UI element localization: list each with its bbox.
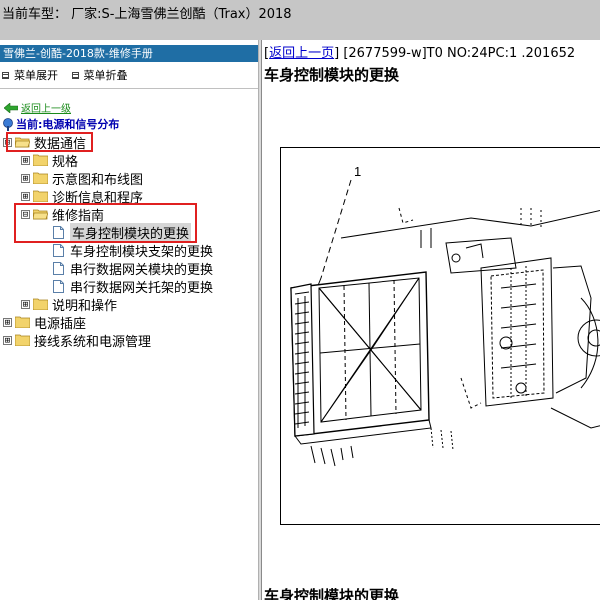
tree-node-label: 车身控制模块支架的更换 bbox=[70, 244, 214, 260]
tree-node-label: 接线系统和电源管理 bbox=[34, 334, 152, 350]
current-location-label: 当前:电源和信号分布 bbox=[16, 118, 120, 131]
folder-icon bbox=[33, 172, 48, 184]
back-up-level-link[interactable]: 返回上一级 bbox=[4, 100, 71, 115]
folder-icon bbox=[33, 190, 48, 202]
window-title-bar: 当前车型： 厂家:S-上海雪佛兰创酷（Trax）2018 bbox=[0, 0, 600, 41]
tree-node-bcm-bracket-replacement[interactable]: 车身控制模块支架的更换 bbox=[53, 241, 214, 260]
folder-icon bbox=[15, 316, 30, 328]
menu-expand-button[interactable]: 菜单展开 bbox=[2, 67, 58, 83]
bcm-location-drawing: 1 bbox=[290, 164, 600, 467]
tree-node-diagnostics[interactable]: ⊞ 诊断信息和程序 bbox=[21, 187, 144, 206]
tree-node-schematics-wiring[interactable]: ⊞ 示意图和布线图 bbox=[21, 169, 144, 188]
tree-node-label: 规格 bbox=[52, 154, 79, 170]
tree-node-label: 车身控制模块的更换 bbox=[70, 222, 192, 242]
tree-node-bcm-replacement[interactable]: 车身控制模块的更换 bbox=[53, 222, 192, 242]
document-topline: [返回上一页] [2677599-w]T0 NO:24PC:1 .201652 bbox=[264, 46, 576, 61]
expand-node-icon[interactable]: ⊞ bbox=[21, 155, 30, 165]
expand-list-icon bbox=[2, 71, 9, 79]
tree-node-power-outlets[interactable]: ⊞ 电源插座 bbox=[3, 313, 87, 332]
tree-node-label: 数据通信 bbox=[34, 136, 87, 152]
document-icon bbox=[53, 261, 64, 275]
folder-icon bbox=[33, 298, 48, 310]
current-location: 当前:电源和信号分布 bbox=[2, 116, 119, 132]
tree-node-gateway-module-replacement[interactable]: 串行数据网关模块的更换 bbox=[53, 259, 214, 278]
location-pin-icon bbox=[3, 117, 13, 131]
menu-toolbar: 菜单展开 菜单折叠 bbox=[2, 67, 138, 83]
manual-header: 雪佛兰-创酷-2018款-维修手册 bbox=[0, 45, 258, 62]
back-arrow-icon bbox=[4, 102, 18, 113]
collapse-node-icon[interactable]: ⊟ bbox=[21, 209, 30, 219]
folder-icon bbox=[33, 154, 48, 166]
open-folder-icon bbox=[33, 209, 48, 220]
document-meta: [2677599-w]T0 NO:24PC:1 .201652 bbox=[343, 46, 576, 61]
tree-node-gateway-bracket-replacement[interactable]: 串行数据网关托架的更换 bbox=[53, 277, 214, 296]
document-icon bbox=[53, 225, 64, 239]
collapse-node-icon[interactable]: ⊟ bbox=[3, 137, 12, 147]
collapse-list-icon bbox=[71, 71, 79, 79]
tree-node-label: 维修指南 bbox=[52, 208, 105, 224]
navigation-panel: 雪佛兰-创酷-2018款-维修手册 菜单展开 菜单折叠 返回上一级 当前:电源和… bbox=[0, 40, 258, 600]
tree-node-label: 说明和操作 bbox=[52, 298, 118, 314]
document-title: 车身控制模块的更换 bbox=[264, 66, 400, 84]
open-folder-icon bbox=[15, 137, 30, 148]
tree-node-label: 诊断信息和程序 bbox=[52, 190, 144, 206]
tree-node-label: 串行数据网关托架的更换 bbox=[70, 280, 214, 296]
tree-node-label: 示意图和布线图 bbox=[52, 172, 144, 188]
tree-node-wiring-power-management[interactable]: ⊞ 接线系统和电源管理 bbox=[3, 331, 152, 350]
expand-node-icon[interactable]: ⊞ bbox=[21, 173, 30, 183]
folder-icon bbox=[15, 334, 30, 346]
expand-node-icon[interactable]: ⊞ bbox=[21, 299, 30, 309]
menu-collapse-button[interactable]: 菜单折叠 bbox=[71, 67, 128, 83]
tree-node-label: 串行数据网关模块的更换 bbox=[70, 262, 214, 278]
menu-expand-label: 菜单展开 bbox=[14, 69, 58, 82]
toolbar-divider bbox=[0, 88, 258, 89]
document-pane: [返回上一页] [2677599-w]T0 NO:24PC:1 .201652 … bbox=[262, 40, 600, 600]
tree-node-data-communication[interactable]: ⊟ 数据通信 bbox=[3, 133, 87, 152]
tree-node-label: 电源插座 bbox=[34, 316, 87, 332]
section-heading: 车身控制模块的更换 bbox=[264, 587, 400, 600]
back-to-previous-page-link[interactable]: 返回上一页 bbox=[269, 46, 334, 61]
tree-node-specifications[interactable]: ⊞ 规格 bbox=[21, 151, 79, 170]
figure-callout-number: 1 bbox=[354, 164, 361, 179]
component-illustration: 1 bbox=[280, 147, 600, 525]
back-up-level-label: 返回上一级 bbox=[21, 104, 71, 115]
menu-collapse-label: 菜单折叠 bbox=[83, 69, 128, 82]
expand-node-icon[interactable]: ⊞ bbox=[21, 191, 30, 201]
expand-node-icon[interactable]: ⊞ bbox=[3, 317, 12, 327]
document-icon bbox=[53, 243, 64, 257]
window-title: 当前车型： 厂家:S-上海雪佛兰创酷（Trax）2018 bbox=[2, 7, 292, 22]
document-icon bbox=[53, 279, 64, 293]
expand-node-icon[interactable]: ⊞ bbox=[3, 335, 12, 345]
tree-node-description-operation[interactable]: ⊞ 说明和操作 bbox=[21, 295, 118, 314]
tree-node-repair-instructions[interactable]: ⊟ 维修指南 bbox=[21, 205, 105, 224]
